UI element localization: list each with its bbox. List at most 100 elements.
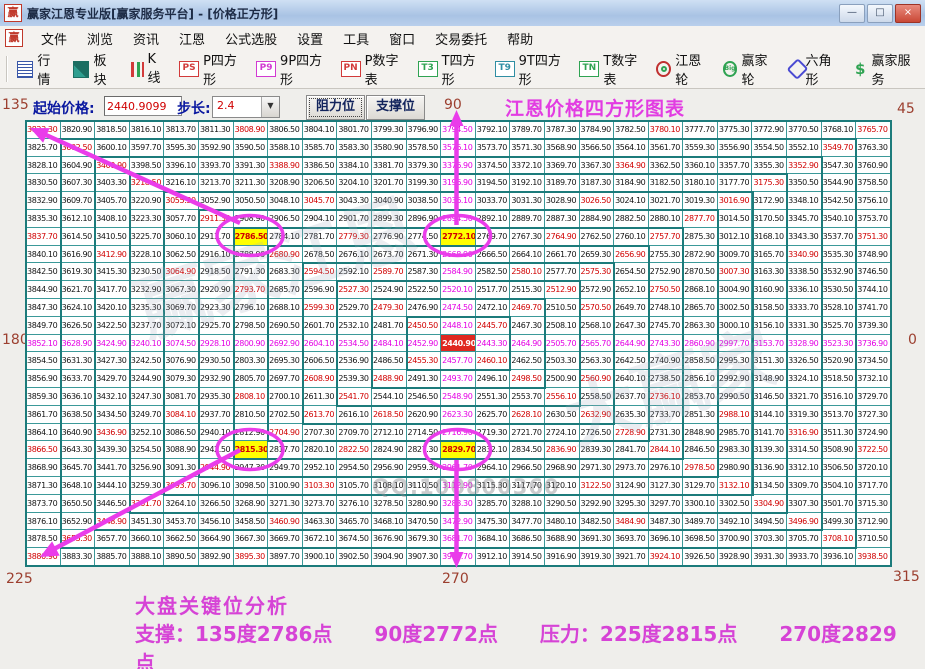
price-cell: 2892.10 bbox=[475, 209, 511, 228]
toolbar-button-行情[interactable]: 行情 bbox=[16, 50, 61, 88]
price-cell: 3415.30 bbox=[95, 263, 130, 282]
menu-item-工具[interactable]: 工具 bbox=[333, 26, 379, 51]
price-cell: 3470.50 bbox=[406, 512, 442, 531]
price-cell: 3818.50 bbox=[95, 121, 130, 139]
toolbar-label: P数字表 bbox=[364, 54, 399, 88]
price-cell: 2580.10 bbox=[510, 263, 545, 282]
menu-item-公式选股[interactable]: 公式选股 bbox=[215, 26, 287, 51]
price-cell: 3244.90 bbox=[129, 370, 165, 388]
menu-bar: 赢 文件 浏览 资讯 江恩 公式选股 设置 工具 窗口 交易委托 帮助 bbox=[0, 26, 925, 51]
price-cell: 2678.50 bbox=[302, 245, 338, 264]
support-button[interactable]: 支撑位 bbox=[366, 95, 425, 120]
price-cell: 2781.70 bbox=[302, 227, 338, 246]
price-cell: 3331.30 bbox=[787, 316, 822, 335]
menu-item-文件[interactable]: 文件 bbox=[31, 26, 77, 51]
toolbar-button-赢家服务[interactable]: $ 赢家服务 bbox=[853, 50, 919, 88]
candles-icon bbox=[128, 61, 144, 77]
price-cell: 2577.70 bbox=[544, 263, 580, 282]
price-cell: 3568.90 bbox=[544, 138, 580, 157]
maximize-button[interactable]: □ bbox=[867, 4, 893, 23]
price-cell: 3748.90 bbox=[856, 245, 891, 264]
toolbar-button-T数字表[interactable]: TN T数字表 bbox=[579, 50, 644, 88]
price-cell: 3681.70 bbox=[441, 530, 476, 549]
price-cell: 3364.90 bbox=[614, 156, 649, 175]
toolbar-button-9T四方形[interactable]: T9 9T四方形 bbox=[494, 50, 568, 88]
price-cell: 3585.70 bbox=[302, 138, 338, 157]
price-cell: 3710.50 bbox=[856, 530, 891, 549]
menu-item-窗口[interactable]: 窗口 bbox=[379, 26, 425, 51]
price-cell: 3705.70 bbox=[787, 530, 822, 549]
price-cell: 2575.30 bbox=[579, 263, 615, 282]
price-cell: 3876.10 bbox=[26, 512, 61, 531]
price-cell: 3837.70 bbox=[26, 227, 61, 246]
price-cell: 2844.10 bbox=[648, 441, 684, 460]
price-cell: 3304.90 bbox=[752, 494, 788, 513]
price-cell: 3921.70 bbox=[614, 548, 649, 566]
price-cell: 2640.10 bbox=[614, 370, 649, 388]
price-cell: 2889.70 bbox=[510, 209, 545, 228]
menu-item-帮助[interactable]: 帮助 bbox=[497, 26, 543, 51]
toolbar-button-K线[interactable]: K线 bbox=[128, 52, 167, 86]
price-cell: 3828.10 bbox=[26, 156, 61, 175]
resistance-button[interactable]: 阻力位 bbox=[306, 95, 365, 120]
price-cell: 2944.90 bbox=[198, 459, 234, 477]
price-cell: 2853.70 bbox=[683, 387, 718, 406]
toolbar-button-P数字表[interactable]: PN P数字表 bbox=[340, 50, 406, 88]
price-cell: 2671.30 bbox=[406, 245, 442, 264]
price-cell: 3547.30 bbox=[821, 156, 857, 175]
price-cell: 3852.10 bbox=[26, 334, 61, 353]
toolbar-button-江恩轮[interactable]: 江恩轮 bbox=[656, 50, 710, 88]
chevron-down-icon[interactable]: ▼ bbox=[261, 97, 279, 117]
price-cell: 2620.90 bbox=[406, 405, 442, 424]
toolbar-button-T四方形[interactable]: T3 T四方形 bbox=[417, 50, 483, 88]
price-cell: 3050.50 bbox=[233, 192, 269, 210]
price-cell: 3448.90 bbox=[95, 512, 130, 531]
step-combobox[interactable]: 2.4 ▼ bbox=[212, 96, 280, 118]
menu-item-资讯[interactable]: 资讯 bbox=[123, 26, 169, 51]
price-cell: 3477.70 bbox=[510, 512, 545, 531]
price-cell: 2505.70 bbox=[544, 334, 580, 353]
price-cell: 3084.10 bbox=[164, 405, 199, 424]
price-cell: 2755.30 bbox=[648, 245, 684, 264]
minimize-button[interactable]: — bbox=[839, 4, 865, 23]
price-cell: 3228.10 bbox=[129, 245, 165, 264]
price-cell: 2995.30 bbox=[717, 352, 753, 371]
price-cell: 3554.50 bbox=[752, 138, 788, 157]
price-cell: 3096.10 bbox=[198, 476, 234, 495]
price-cell: 2649.70 bbox=[614, 298, 649, 317]
t9-badge-icon: T9 bbox=[494, 61, 515, 77]
price-cell: 2611.30 bbox=[302, 387, 338, 406]
toolbar-button-六角形[interactable]: 六角形 bbox=[786, 50, 841, 88]
degree-label-0: 0 bbox=[908, 332, 917, 348]
toolbar-button-板块[interactable]: 板块 bbox=[72, 50, 117, 88]
price-cell: 3343.30 bbox=[787, 227, 822, 246]
price-cell: 3201.70 bbox=[371, 174, 407, 193]
price-cell: 3712.90 bbox=[856, 512, 891, 531]
menu-item-浏览[interactable]: 浏览 bbox=[77, 26, 123, 51]
price-cell: 2596.90 bbox=[302, 281, 338, 299]
close-button[interactable]: × bbox=[895, 4, 921, 23]
menu-item-江恩[interactable]: 江恩 bbox=[169, 26, 215, 51]
toolbar-button-赢家轮[interactable]: Big 赢家轮 bbox=[722, 50, 777, 88]
menu-item-交易委托[interactable]: 交易委托 bbox=[425, 26, 497, 51]
price-cell: 3900.10 bbox=[302, 548, 338, 566]
start-price-input[interactable] bbox=[104, 96, 182, 116]
menu-item-设置[interactable]: 设置 bbox=[287, 26, 333, 51]
price-cell: 3247.30 bbox=[129, 387, 165, 406]
price-cell: 3081.70 bbox=[164, 387, 199, 406]
toolbar-button-P四方形[interactable]: PS P四方形 bbox=[179, 50, 244, 88]
price-cell: 3799.30 bbox=[371, 121, 407, 139]
price-cell: 3648.10 bbox=[60, 476, 96, 495]
price-cell: 3261.70 bbox=[129, 494, 165, 513]
toolbar-button-9P四方形[interactable]: P9 9P四方形 bbox=[256, 50, 329, 88]
price-cell: 2743.30 bbox=[648, 334, 684, 353]
price-cell: 2467.30 bbox=[510, 316, 545, 335]
degree-label-45: 45 bbox=[897, 101, 915, 117]
price-cell: 2548.90 bbox=[441, 387, 476, 406]
price-cell: 3088.90 bbox=[164, 441, 199, 460]
price-cell: 2731.30 bbox=[648, 423, 684, 442]
price-cell: 2455.30 bbox=[406, 352, 442, 371]
price-cell: 2572.90 bbox=[579, 281, 615, 299]
price-cell: 3722.50 bbox=[856, 441, 891, 460]
price-cell: 3168.10 bbox=[752, 227, 788, 246]
